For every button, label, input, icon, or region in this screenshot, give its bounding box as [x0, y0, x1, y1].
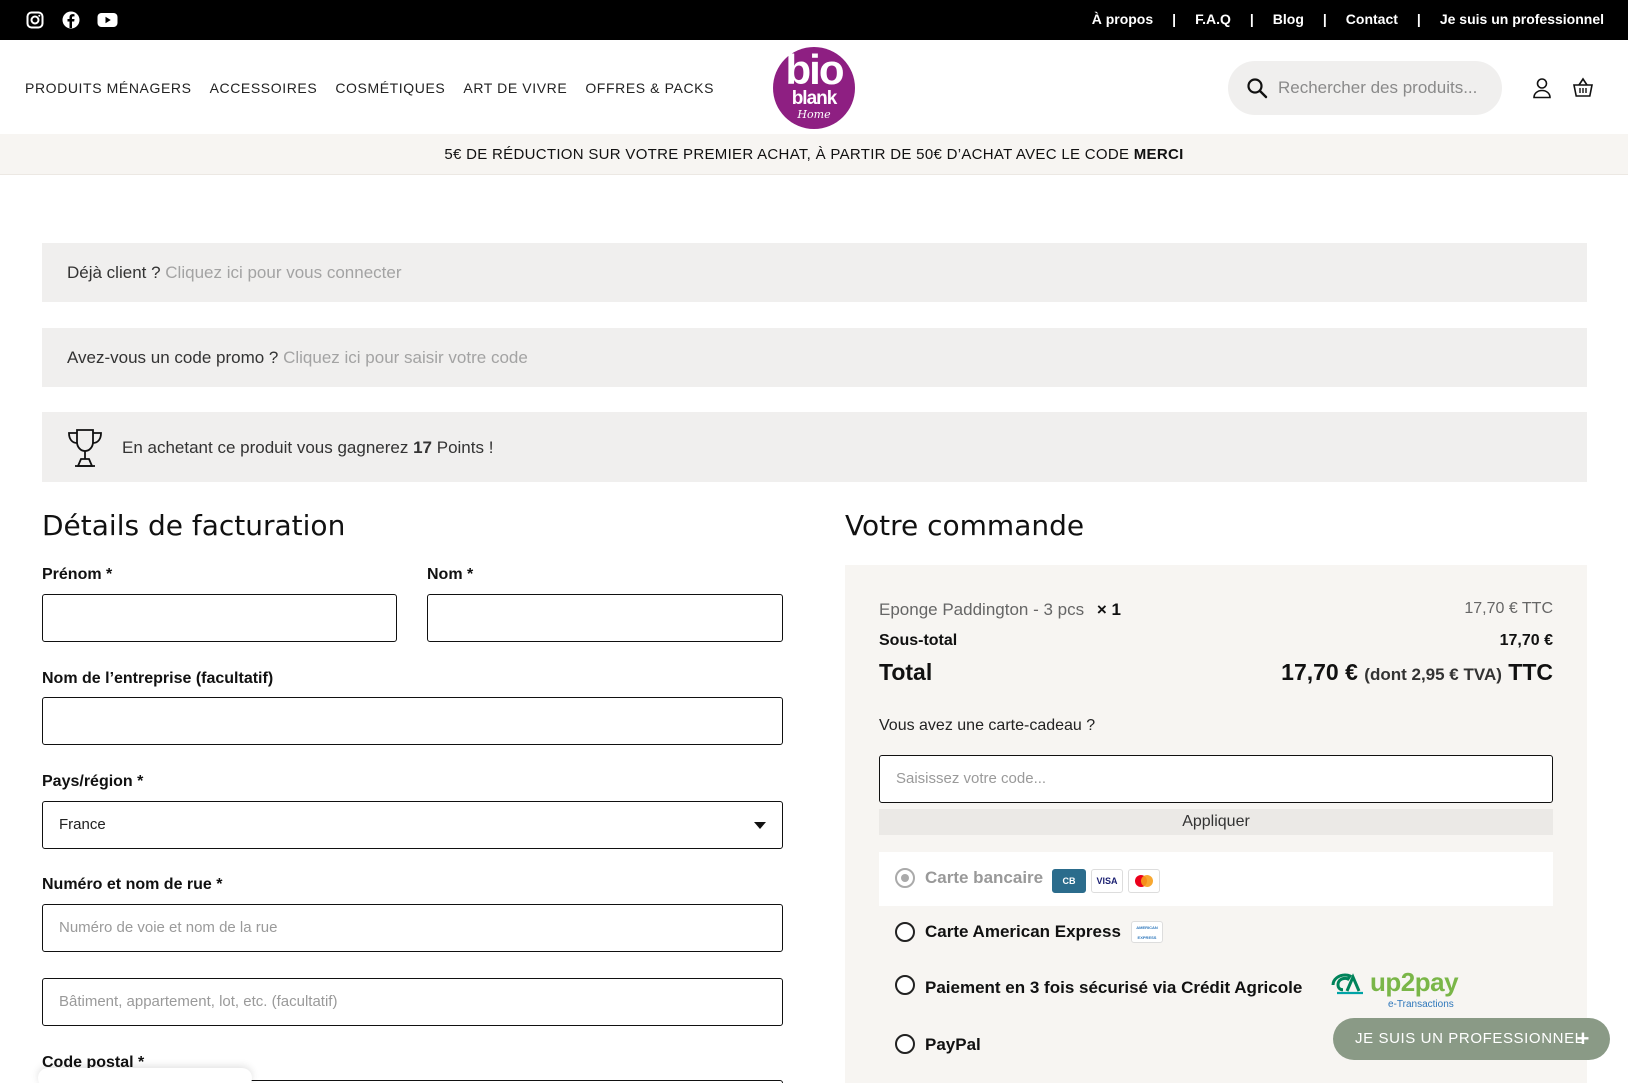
coupon-notice: Avez-vous un code promo ? Cliquez ici po…: [42, 328, 1587, 387]
order-summary: Eponge Paddington - 3 pcs × 1 17,70 € TT…: [845, 565, 1587, 1083]
coupon-link[interactable]: Cliquez ici pour saisir votre code: [283, 348, 528, 367]
professional-button[interactable]: JE SUIS UN PROFESSIONNEL +: [1333, 1018, 1610, 1060]
gift-card-input[interactable]: Saisissez votre code...: [879, 755, 1553, 803]
separator: |: [1416, 11, 1421, 27]
login-notice: Déjà client ? Cliquez ici pour vous conn…: [42, 243, 1587, 302]
cookie-widget[interactable]: [38, 1068, 252, 1083]
payment-label-paypal: PayPal: [925, 1035, 981, 1054]
payment-label-credit-agricole: Paiement en 3 fois sécurisé via Crédit A…: [925, 978, 1303, 997]
street-label: Numéro et nom de rue *: [42, 876, 223, 893]
order-item-price: 17,70 € TTC: [1464, 600, 1553, 617]
promo-banner: 5€ DE RÉDUCTION SUR VOTRE PREMIER ACHAT,…: [0, 134, 1628, 175]
top-link-contact[interactable]: Contact: [1346, 11, 1398, 27]
payment-radio-paypal[interactable]: [895, 1034, 915, 1054]
country-value: France: [59, 816, 106, 833]
payment-label-card: Carte bancaire: [925, 868, 1044, 887]
nav-item-lifestyle[interactable]: ART DE VIVRE: [463, 80, 567, 96]
payment-label-amex: Carte American Express: [925, 922, 1121, 941]
total-row: Total 17,70 € (dont 2,95 € TVA) TTC: [879, 659, 1553, 686]
chevron-down-icon: [754, 822, 766, 829]
top-link-about[interactable]: À propos: [1092, 11, 1153, 27]
total-amount: 17,70 € (dont 2,95 € TVA) TTC: [1281, 659, 1553, 686]
payment-option-credit-agricole[interactable]: Paiement en 3 fois sécurisé via Crédit A…: [879, 965, 1553, 1015]
subtotal-label: Sous-total: [879, 632, 958, 649]
first-name-field[interactable]: [42, 594, 397, 642]
first-name-label: Prénom *: [42, 566, 113, 583]
basket-icon[interactable]: [1572, 77, 1594, 99]
company-label: Nom de l’entreprise (facultatif): [42, 670, 274, 687]
cb-card-icon: CB: [1052, 869, 1086, 893]
promo-code: MERCI: [1133, 146, 1184, 163]
credit-agricole-logo-icon: [1329, 969, 1365, 997]
payment-radio-amex[interactable]: [895, 922, 915, 942]
coupon-prefix: Avez-vous un code promo ?: [67, 348, 284, 367]
subtotal-value: 17,70 €: [1499, 632, 1553, 649]
gift-card-label: Vous avez une carte-cadeau ?: [879, 717, 1096, 734]
top-links: À propos | F.A.Q | Blog | Contact | Je s…: [1092, 11, 1604, 27]
trophy-icon: [66, 428, 104, 468]
search-input[interactable]: Rechercher des produits...: [1278, 78, 1477, 98]
logo-line-2: blank: [791, 88, 838, 109]
total-label: Total: [879, 659, 933, 685]
payment-radio-credit-agricole[interactable]: [895, 975, 915, 995]
apply-button[interactable]: Appliquer: [879, 809, 1553, 835]
facebook-icon[interactable]: [60, 9, 82, 31]
separator: |: [1322, 11, 1327, 27]
street-field[interactable]: Numéro de voie et nom de la rue: [42, 904, 783, 952]
logo-line-3: Home: [797, 108, 831, 121]
payment-option-card[interactable]: Carte bancaire CB VISA: [879, 852, 1553, 906]
total-value: 17,70 €: [1281, 659, 1358, 685]
billing-title: Détails de facturation: [42, 509, 346, 542]
order-item-qty: × 1: [1096, 600, 1121, 619]
mastercard-icon: [1128, 869, 1160, 893]
nav-item-offers[interactable]: OFFRES & PACKS: [585, 80, 714, 96]
main-nav: PRODUITS MÉNAGERS ACCESSOIRES COSMÉTIQUE…: [25, 80, 714, 96]
youtube-icon[interactable]: [96, 9, 118, 31]
login-link[interactable]: Cliquez ici pour vous connecter: [165, 263, 401, 282]
top-bar: À propos | F.A.Q | Blog | Contact | Je s…: [0, 0, 1628, 40]
professional-button-label: JE SUIS UN PROFESSIONNEL: [1355, 1030, 1584, 1047]
top-link-faq[interactable]: F.A.Q: [1195, 11, 1231, 27]
visa-card-icon: VISA: [1091, 869, 1123, 893]
points-value: 17: [413, 438, 433, 457]
points-suffix: Points !: [432, 438, 494, 457]
e-transactions-label: e-Transactions: [1388, 999, 1454, 1010]
total-tax: (dont 2,95 € TVA): [1364, 665, 1502, 684]
last-name-field[interactable]: [427, 594, 783, 642]
separator: |: [1249, 11, 1254, 27]
subtotal-row: Sous-total 17,70 €: [879, 632, 1553, 650]
street2-field[interactable]: Bâtiment, appartement, lot, etc. (facult…: [42, 978, 783, 1026]
separator: |: [1172, 11, 1177, 27]
up2pay-logo: up2pay: [1370, 967, 1459, 997]
top-link-blog[interactable]: Blog: [1273, 11, 1304, 27]
order-item-row: Eponge Paddington - 3 pcs × 1 17,70 € TT…: [879, 600, 1553, 620]
amex-card-icon: AMERICAN EXPRESS: [1131, 921, 1163, 943]
points-notice: En achetant ce produit vous gagnerez 17 …: [42, 412, 1587, 482]
payment-radio-card[interactable]: [895, 868, 915, 888]
plus-icon: +: [1576, 1026, 1590, 1051]
search-bar[interactable]: Rechercher des produits...: [1228, 61, 1502, 115]
instagram-icon[interactable]: [24, 9, 46, 31]
social-links: [24, 9, 118, 31]
order-item-name: Eponge Paddington - 3 pcs: [879, 600, 1085, 619]
nav-item-cosmetics[interactable]: COSMÉTIQUES: [335, 80, 445, 96]
top-link-professional[interactable]: Je suis un professionnel: [1440, 11, 1604, 27]
search-icon: [1246, 77, 1268, 99]
country-select[interactable]: France: [42, 801, 783, 849]
total-suffix: TTC: [1508, 659, 1553, 685]
points-prefix: En achetant ce produit vous gagnerez: [122, 438, 414, 457]
payment-option-amex[interactable]: Carte American Express AMERICAN EXPRESS: [879, 915, 1553, 955]
last-name-label: Nom *: [427, 566, 474, 583]
promo-text: 5€ DE RÉDUCTION SUR VOTRE PREMIER ACHAT,…: [444, 146, 1134, 163]
company-field[interactable]: [42, 697, 783, 745]
login-prefix: Déjà client ?: [67, 263, 166, 282]
logo-line-1: bio: [785, 46, 845, 93]
country-label: Pays/région *: [42, 773, 144, 790]
user-icon[interactable]: [1532, 77, 1554, 99]
nav-item-accessories[interactable]: ACCESSOIRES: [210, 80, 318, 96]
nav-item-household[interactable]: PRODUITS MÉNAGERS: [25, 80, 192, 96]
site-logo[interactable]: bio blank Home: [773, 47, 855, 129]
order-title: Votre commande: [845, 509, 1085, 542]
